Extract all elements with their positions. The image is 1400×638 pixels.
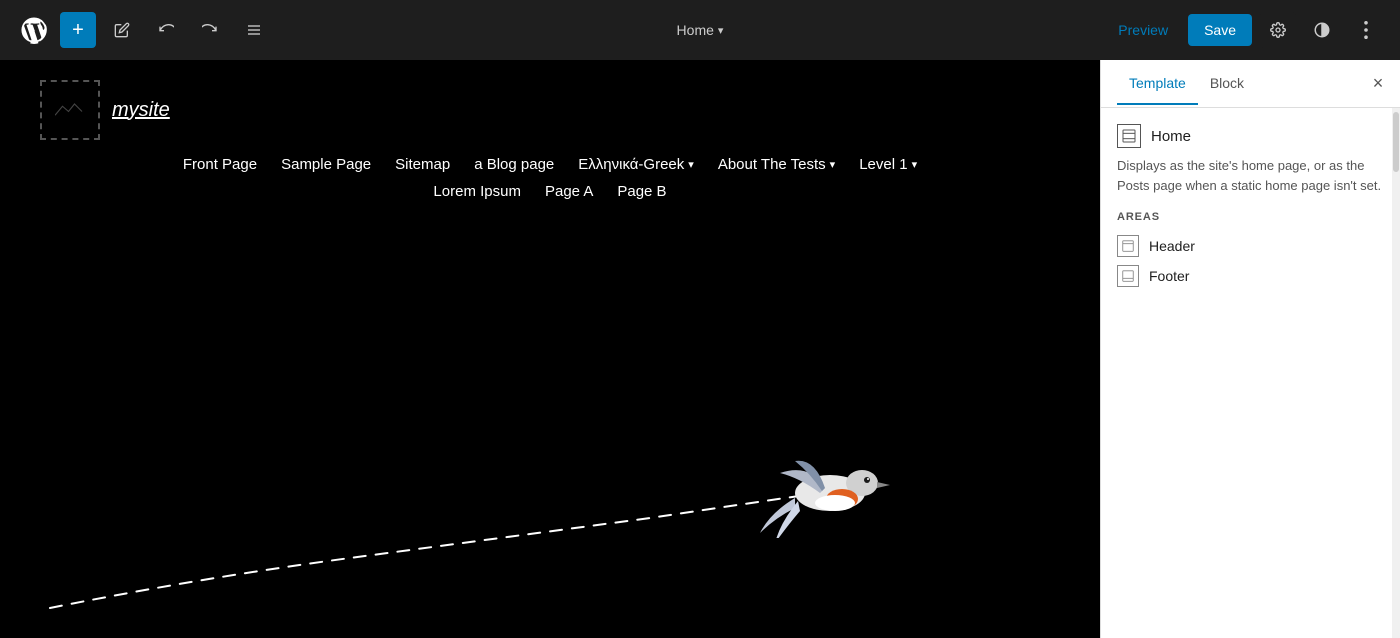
sub-nav-page-b[interactable]: Page B xyxy=(617,183,666,200)
sidebar-scrollbar-thumb xyxy=(1393,112,1399,172)
sub-nav-page-a[interactable]: Page A xyxy=(545,183,593,200)
chevron-down-icon: ▾ xyxy=(688,158,694,171)
chevron-down-icon: ▾ xyxy=(912,158,918,171)
add-block-button[interactable]: + xyxy=(60,12,96,48)
nav-item-blog-page[interactable]: a Blog page xyxy=(474,156,554,173)
toolbar-center: Home ▾ xyxy=(667,16,734,44)
main-area: mysite Front Page Sample Page Sitemap a … xyxy=(0,60,1400,638)
bird-illustration-area xyxy=(0,398,1100,618)
header-area-icon xyxy=(1117,235,1139,257)
toolbar-right: Preview Save xyxy=(1106,12,1384,48)
page-title-dropdown[interactable]: Home ▾ xyxy=(667,16,734,44)
save-button[interactable]: Save xyxy=(1188,14,1252,46)
nav-item-sitemap[interactable]: Sitemap xyxy=(395,156,450,173)
home-label: Home xyxy=(1151,128,1191,145)
redo-button[interactable] xyxy=(192,12,228,48)
wordpress-logo[interactable] xyxy=(16,12,52,48)
footer-area-icon xyxy=(1117,265,1139,287)
page-title-text: Home xyxy=(677,22,714,38)
home-description: Displays as the site's home page, or as … xyxy=(1117,156,1384,195)
close-sidebar-button[interactable]: × xyxy=(1364,70,1392,98)
sidebar-tabs: Template Block × xyxy=(1101,60,1400,108)
dashed-path-svg xyxy=(0,418,1100,618)
site-logo-box xyxy=(40,80,100,140)
nav-item-sample-page[interactable]: Sample Page xyxy=(281,156,371,173)
more-options-button[interactable] xyxy=(1348,12,1384,48)
edit-button[interactable] xyxy=(104,12,140,48)
sidebar-content: Home Displays as the site's home page, o… xyxy=(1101,108,1400,638)
nav-item-about-tests[interactable]: About The Tests ▾ xyxy=(718,156,835,173)
sidebar-scrollbar[interactable] xyxy=(1392,108,1400,638)
sub-nav-lorem-ipsum[interactable]: Lorem Ipsum xyxy=(433,183,521,200)
toolbar-left: + xyxy=(16,12,272,48)
site-navigation: Front Page Sample Page Sitemap a Blog pa… xyxy=(183,156,917,173)
site-header: mysite Front Page Sample Page Sitemap a … xyxy=(0,60,1100,210)
tab-block[interactable]: Block xyxy=(1198,63,1256,105)
home-item-row: Home xyxy=(1117,124,1384,148)
bird-svg xyxy=(760,438,900,538)
home-layout-icon xyxy=(1117,124,1141,148)
chevron-down-icon: ▾ xyxy=(718,24,724,37)
contrast-button[interactable] xyxy=(1304,12,1340,48)
nav-item-front-page[interactable]: Front Page xyxy=(183,156,257,173)
sub-navigation: Lorem Ipsum Page A Page B xyxy=(433,183,666,200)
footer-label: Footer xyxy=(1149,268,1189,284)
tab-template[interactable]: Template xyxy=(1117,63,1198,105)
nav-item-level1[interactable]: Level 1 ▾ xyxy=(859,156,917,173)
site-logo-area: mysite xyxy=(40,80,170,140)
area-header-row[interactable]: Header xyxy=(1117,231,1384,261)
settings-button[interactable] xyxy=(1260,12,1296,48)
undo-button[interactable] xyxy=(148,12,184,48)
chevron-down-icon: ▾ xyxy=(830,158,836,171)
toolbar: + Home ▾ Preview xyxy=(0,0,1400,60)
nav-item-greek[interactable]: Ελληνικά-Greek ▾ xyxy=(578,156,694,173)
area-footer-row[interactable]: Footer xyxy=(1117,261,1384,291)
preview-button[interactable]: Preview xyxy=(1106,16,1180,44)
list-view-button[interactable] xyxy=(236,12,272,48)
areas-section-label: AREAS xyxy=(1117,211,1384,223)
site-name: mysite xyxy=(112,99,170,122)
header-label: Header xyxy=(1149,238,1195,254)
sidebar-panel: Template Block × Home Displays as the si… xyxy=(1100,60,1400,638)
canvas: mysite Front Page Sample Page Sitemap a … xyxy=(0,60,1100,638)
